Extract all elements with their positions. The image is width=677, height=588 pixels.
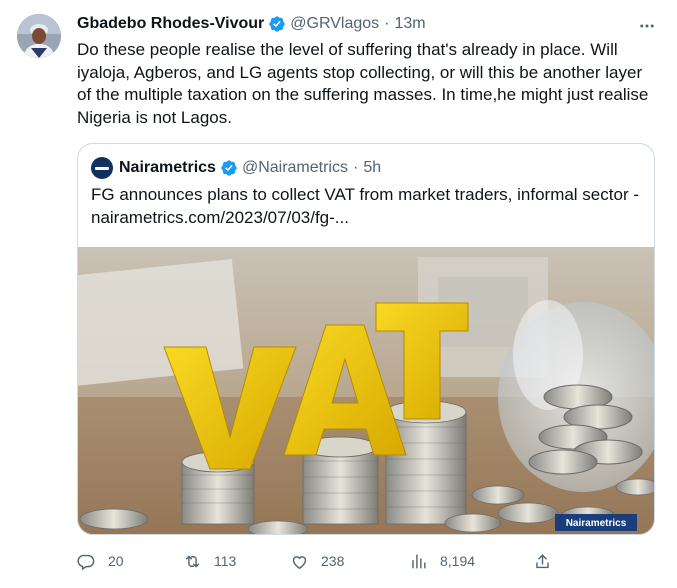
quoted-tweet-text: FG announces plans to collect VAT from m… — [91, 185, 639, 227]
share-icon — [536, 553, 549, 568]
verified-badge-icon — [221, 160, 237, 176]
image-watermark: Nairametrics — [566, 518, 627, 529]
share-button[interactable] — [533, 547, 564, 575]
author-handle[interactable]: @GRVlagos — [290, 15, 379, 33]
quoted-timestamp: 5h — [363, 159, 382, 176]
quoted-header-separator: · — [352, 159, 359, 176]
views-icon — [412, 553, 426, 569]
more-options-button[interactable] — [637, 16, 657, 36]
verified-badge-icon — [269, 16, 285, 32]
quoted-author-name: Nairametrics — [119, 159, 216, 176]
author-avatar[interactable] — [17, 14, 61, 58]
retweet-count: 113 — [214, 553, 237, 569]
reply-count: 20 — [108, 553, 124, 569]
header-separator: · — [384, 15, 390, 32]
quoted-author-avatar — [91, 157, 113, 179]
reply-button[interactable]: 20 — [77, 547, 124, 575]
more-options-icon — [640, 24, 654, 28]
tweet-actions: 20 113 238 8,194 — [77, 547, 557, 575]
quoted-tweet[interactable]: Nairametrics @Nairametrics · 5h FG annou… — [77, 143, 655, 535]
views-button[interactable]: 8,194 — [409, 547, 475, 575]
author-name[interactable]: Gbadebo Rhodes-Vivour — [77, 15, 264, 33]
quoted-tweet-image[interactable]: Nairametrics — [78, 247, 654, 534]
retweet-icon — [185, 555, 200, 567]
tweet-text: Do these people realise the level of suf… — [77, 40, 649, 127]
reply-icon — [77, 554, 95, 570]
retweet-button[interactable]: 113 — [183, 547, 236, 575]
like-button[interactable]: 238 — [290, 547, 344, 575]
vat-coins-photo: Nairametrics — [78, 247, 654, 534]
like-icon — [292, 555, 307, 569]
quoted-tweet-header: Nairametrics @Nairametrics · 5h — [91, 157, 381, 179]
avatar-image — [17, 14, 61, 58]
tweet-header: Gbadebo Rhodes-Vivour @GRVlagos · 13m — [77, 13, 657, 35]
views-count: 8,194 — [440, 553, 476, 569]
tweet-timestamp[interactable]: 13m — [394, 15, 425, 33]
quoted-author-handle: @Nairametrics — [241, 159, 348, 176]
like-count: 238 — [321, 553, 345, 569]
